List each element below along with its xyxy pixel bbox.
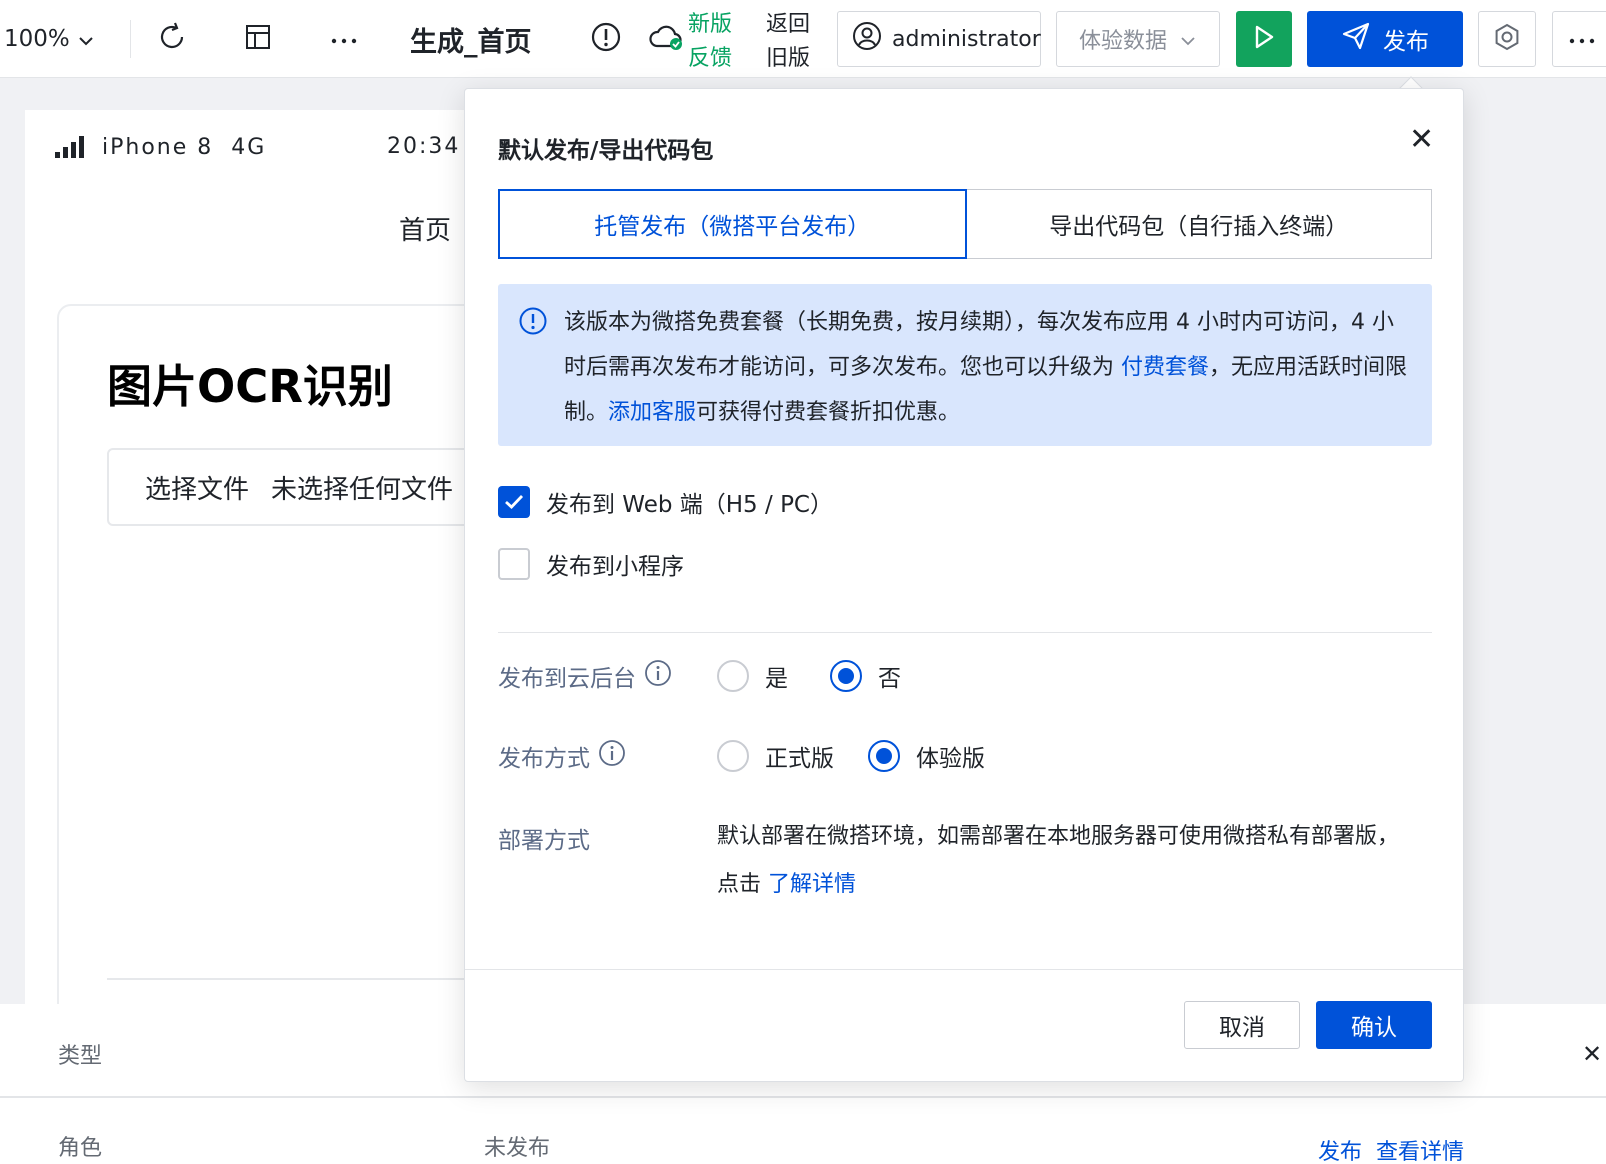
radio-selected[interactable] <box>868 740 900 772</box>
more-icon <box>330 30 358 49</box>
view-details-link[interactable]: 查看详情 <box>1376 1134 1464 1164</box>
network-type: 4G <box>231 134 267 160</box>
cancel-button[interactable]: 取消 <box>1184 1001 1300 1049</box>
checkbox-unchecked[interactable] <box>498 548 530 580</box>
file-status: 未选择任何文件 <box>271 474 454 505</box>
web-target-label: 发布到 Web 端（H5 / PC） <box>546 492 833 518</box>
learn-more-link[interactable]: 了解详情 <box>768 872 856 897</box>
username: administrator <box>892 26 1041 52</box>
close-icon[interactable]: ✕ <box>1409 123 1434 157</box>
new-version-feedback-link[interactable]: 新版 反馈 <box>688 6 732 72</box>
user-button[interactable]: administrator <box>837 11 1041 67</box>
refresh-button[interactable] <box>150 0 194 78</box>
status-time: 20:34 <box>387 134 461 159</box>
tab-hosted-publish[interactable]: 托管发布（微搭平台发布） <box>498 189 967 259</box>
publish-tabs: 托管发布（微搭平台发布） 导出代码包（自行插入终端） <box>498 189 1432 259</box>
phone-preview: iPhone 8 4G 20:34 首页 图片OCR识别 选择文件 未选择任何文… <box>25 110 567 1024</box>
settings-button[interactable] <box>1478 11 1536 67</box>
tab-export-code[interactable]: 导出代码包（自行插入终端） <box>966 189 1432 259</box>
close-icon[interactable]: ✕ <box>1582 1040 1602 1068</box>
radio-selected[interactable] <box>830 660 862 692</box>
cloud-sync-button[interactable] <box>644 0 688 78</box>
publish-status: 未发布 <box>484 1136 551 1161</box>
more-button[interactable] <box>322 0 366 78</box>
paid-plan-link[interactable]: 付费套餐 <box>1121 355 1209 380</box>
miniprogram-target-label: 发布到小程序 <box>546 554 684 580</box>
miniprogram-target-checkbox[interactable]: 发布到小程序 <box>498 547 684 581</box>
section-divider <box>498 632 1432 633</box>
publish-button[interactable]: 发布 <box>1307 11 1463 67</box>
zoom-value: 100% <box>4 26 70 52</box>
confirm-button[interactable]: 确认 <box>1316 1001 1432 1049</box>
layout-icon <box>244 23 272 55</box>
publish-dialog: 默认发布/导出代码包 ✕ 托管发布（微搭平台发布） 导出代码包（自行插入终端） … <box>464 88 1464 1082</box>
return-old-version-link[interactable]: 返回 旧版 <box>766 6 810 72</box>
plan-notice: 该版本为微搭免费套餐（长期免费，按月续期），每次发布应用 4 小时内可访问，4 … <box>498 284 1432 446</box>
signal-icon <box>55 136 84 158</box>
publish-label: 发布 <box>1383 29 1429 55</box>
dialog-title: 默认发布/导出代码包 <box>498 138 714 164</box>
publish-mode-label: 发布方式 <box>498 739 626 773</box>
notice-text: 该版本为微搭免费套餐（长期免费，按月续期），每次发布应用 4 小时内可访问，4 … <box>564 310 1408 425</box>
bottom-links: 发布 查看详情 <box>1318 1134 1464 1164</box>
refresh-icon <box>156 21 188 57</box>
send-icon <box>1341 21 1371 57</box>
info-icon[interactable] <box>598 739 626 773</box>
play-icon <box>1252 24 1276 54</box>
page-title: 生成_首页 <box>410 26 532 58</box>
role-label: 角色 <box>58 1136 103 1161</box>
panel-divider <box>0 1096 1606 1098</box>
layout-button[interactable] <box>236 0 280 78</box>
info-icon[interactable] <box>644 659 672 693</box>
settings-icon <box>1493 23 1521 55</box>
more-icon <box>1568 30 1596 49</box>
info-button[interactable] <box>584 0 628 78</box>
phone-status-bar: iPhone 8 4G 20:34 <box>55 130 485 164</box>
publish-mode-trial-radio[interactable]: 体验版 <box>868 739 985 773</box>
publish-link[interactable]: 发布 <box>1318 1134 1362 1164</box>
top-toolbar: 100% 生成_首页 新版 反馈 返回 旧版 administrator 体验数… <box>0 0 1606 78</box>
device-name: iPhone 8 <box>102 134 214 160</box>
deploy-description: 默认部署在微搭环境，如需部署在本地服务器可使用微搭私有部署版，点击 了解详情 <box>717 824 1400 897</box>
checkbox-checked[interactable] <box>498 486 530 518</box>
type-label: 类型 <box>58 1044 103 1069</box>
chevron-down-icon <box>1181 27 1195 52</box>
toolbar-divider <box>130 20 131 58</box>
radio-unselected[interactable] <box>717 660 749 692</box>
chevron-down-icon <box>78 26 94 52</box>
more-actions-button[interactable] <box>1552 11 1606 67</box>
data-source-value: 体验数据 <box>1079 29 1168 54</box>
cloud-backend-label: 发布到云后台 <box>498 659 672 693</box>
cloud-check-icon <box>648 22 684 56</box>
preview-run-button[interactable] <box>1236 11 1292 67</box>
add-support-link[interactable]: 添加客服 <box>608 400 696 425</box>
web-target-checkbox[interactable]: 发布到 Web 端（H5 / PC） <box>498 485 833 519</box>
cloud-backend-yes-radio[interactable]: 是 <box>717 659 788 693</box>
cloud-backend-radio-group: 是 否 <box>717 659 901 693</box>
choose-file-button[interactable]: 选择文件 <box>145 469 249 506</box>
info-icon <box>518 306 548 340</box>
deploy-label: 部署方式 <box>498 828 590 854</box>
user-icon <box>852 21 882 57</box>
cloud-backend-no-radio[interactable]: 否 <box>830 659 901 693</box>
publish-mode-release-radio[interactable]: 正式版 <box>717 739 834 773</box>
publish-mode-radio-group: 正式版 体验版 <box>717 739 985 773</box>
zoom-select[interactable]: 100% <box>4 0 94 78</box>
footer-divider <box>465 969 1463 970</box>
card-title: 图片OCR识别 <box>107 360 393 413</box>
radio-unselected[interactable] <box>717 740 749 772</box>
data-source-select[interactable]: 体验数据 <box>1056 11 1220 67</box>
alert-circle-icon <box>590 21 622 57</box>
